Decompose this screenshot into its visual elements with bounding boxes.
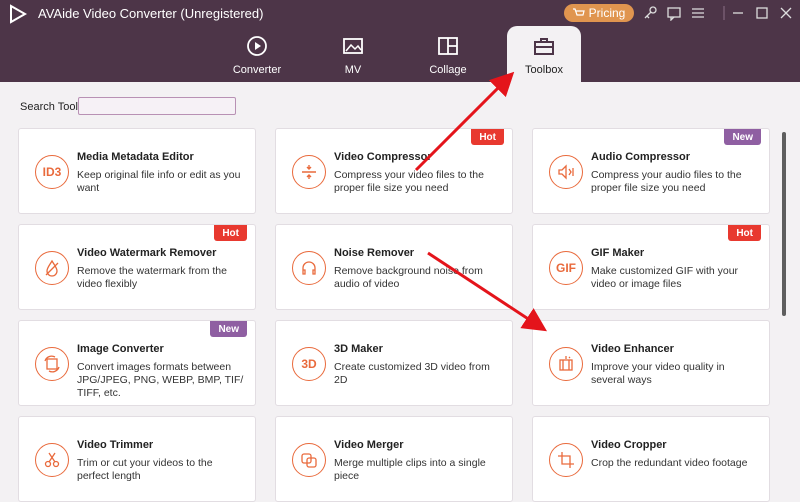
tool-title: Audio Compressor [591,151,691,163]
tab-mv-label: MV [344,64,362,76]
menu-icon[interactable] [690,5,706,21]
tool-card-video-trimmer[interactable]: Video Trimmer Trim or cut your videos to… [18,416,256,502]
tool-title: Noise Remover [334,247,415,259]
collage-icon [438,37,458,55]
tool-desc: Keep original file info or edit as you w… [77,169,241,194]
tab-collage-label: Collage [429,64,467,76]
maximize-icon[interactable] [754,5,770,21]
tool-card-image-converter[interactable]: New Image Converter Convert images forma… [18,320,256,406]
toolbox-icon [534,38,554,55]
tab-toolbox[interactable]: Toolbox [507,26,581,82]
cart-icon [572,8,585,16]
minimize-icon[interactable] [730,5,746,21]
new-badge: New [724,129,761,145]
image-convert-icon [35,347,69,381]
tool-desc: Make customized GIF with your video or i… [591,265,739,290]
tool-title: Video Cropper [591,439,667,451]
crop-icon [549,443,583,477]
tool-desc: Create customized 3D video from 2D [334,361,490,386]
audio-compress-icon [549,155,583,189]
tool-card-gif-maker[interactable]: Hot GIF GIF Maker Make customized GIF wi… [532,224,770,310]
tool-desc: Convert images formats between JPG/JPEG,… [77,361,244,399]
pricing-button[interactable]: Pricing [564,4,634,22]
tool-desc: Remove the watermark from the video flex… [77,265,227,290]
converter-icon [247,36,267,56]
compress-icon [292,155,326,189]
tab-converter-label: Converter [232,64,282,76]
watermark-icon [35,251,69,285]
tool-desc: Merge multiple clips into a single piece [334,457,486,482]
tab-toolbox-label: Toolbox [525,64,563,76]
pricing-label: Pricing [588,6,626,20]
hot-badge: Hot [471,129,504,145]
app-title: AVAide Video Converter (Unregistered) [38,6,264,21]
close-icon[interactable] [778,5,794,21]
search-input[interactable] [78,97,236,115]
hot-badge: Hot [214,225,247,241]
tool-desc: Improve your video quality in several wa… [591,361,725,386]
app-logo-icon [10,4,28,24]
tool-card-noise-remover[interactable]: Noise Remover Remove background noise fr… [275,224,513,310]
tool-title: Video Merger [334,439,404,451]
gif-icon: GIF [549,251,583,285]
tool-desc: Compress your video files to the proper … [334,169,484,194]
merge-icon [292,443,326,477]
tool-title: GIF Maker [591,247,645,259]
scrollbar[interactable] [782,132,786,316]
tool-title: Video Compressor [334,151,432,163]
tool-card-video-enhancer[interactable]: Video Enhancer Improve your video qualit… [532,320,770,406]
feedback-icon[interactable] [666,5,682,21]
title-bar: AVAide Video Converter (Unregistered) Pr… [0,0,800,82]
tool-title: Video Watermark Remover [77,247,217,259]
tool-desc: Trim or cut your videos to the perfect l… [77,457,213,482]
tool-desc: Crop the redundant video footage [591,457,748,469]
search-label: Search Tool: [20,101,81,113]
tool-card-3d-maker[interactable]: 3D 3D Maker Create customized 3D video f… [275,320,513,406]
tab-collage[interactable]: Collage [410,30,486,80]
scissors-icon [35,443,69,477]
tool-card-audio-compressor[interactable]: New Audio Compressor Compress your audio… [532,128,770,214]
tool-title: 3D Maker [334,343,383,355]
3d-icon: 3D [292,347,326,381]
tool-card-video-watermark-remover[interactable]: Hot Video Watermark Remover Remove the w… [18,224,256,310]
tool-desc: Compress your audio files to the proper … [591,169,742,194]
tab-converter[interactable]: Converter [219,30,295,80]
tool-card-video-merger[interactable]: Video Merger Merge multiple clips into a… [275,416,513,502]
hot-badge: Hot [728,225,761,241]
tool-title: Video Trimmer [77,439,154,451]
key-icon[interactable] [642,5,658,21]
new-badge: New [210,321,247,337]
mv-icon [343,38,363,54]
headphones-icon [292,251,326,285]
tool-title: Image Converter [77,343,164,355]
tab-mv[interactable]: MV [315,30,391,80]
enhance-icon [549,347,583,381]
tool-title: Video Enhancer [591,343,674,355]
tool-desc: Remove background noise from audio of vi… [334,265,483,290]
tool-card-video-compressor[interactable]: Hot Video Compressor Compress your video… [275,128,513,214]
tool-title: Media Metadata Editor [77,151,194,163]
tool-card-video-cropper[interactable]: Video Cropper Crop the redundant video f… [532,416,770,502]
tool-card-media-metadata-editor[interactable]: ID3 Media Metadata Editor Keep original … [18,128,256,214]
id3-icon: ID3 [35,155,69,189]
